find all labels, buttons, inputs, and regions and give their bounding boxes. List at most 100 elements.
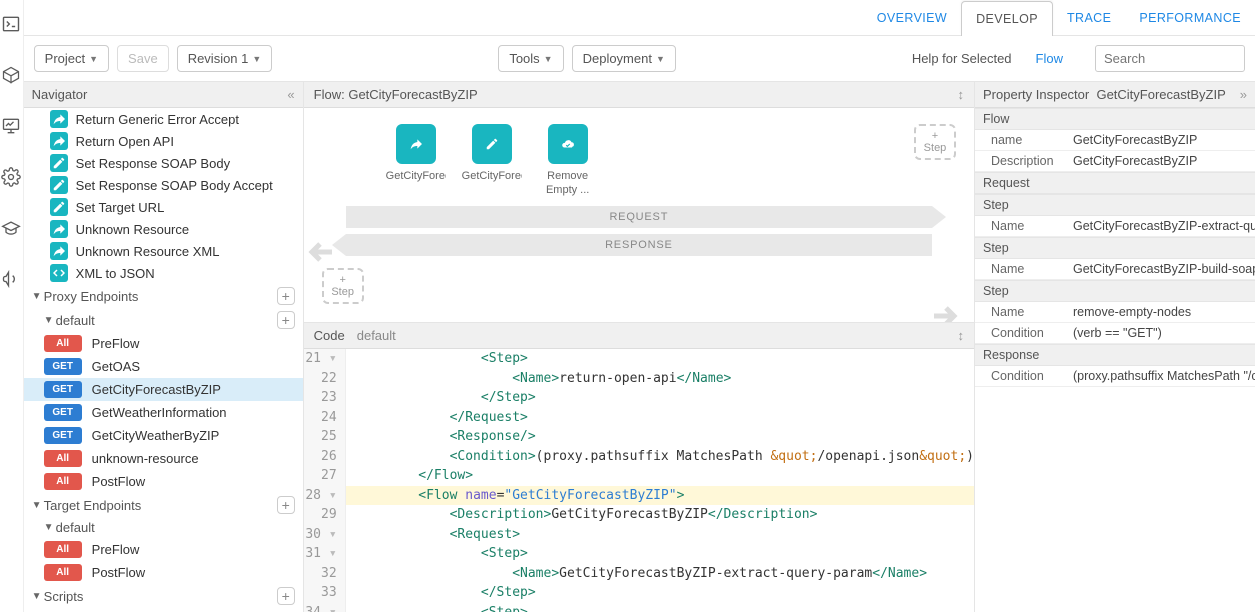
flow-item[interactable]: GETGetCityWeatherByZIP: [24, 424, 303, 447]
monitor-icon[interactable]: [1, 116, 21, 139]
inspector-section: Request: [975, 172, 1255, 194]
add-button[interactable]: +: [277, 311, 295, 329]
flow-step[interactable]: GetCityForecast...: [462, 124, 522, 198]
inspector-row: NameGetCityForecastByZIP-extract-qu: [975, 216, 1255, 237]
folder-row[interactable]: ▼Scripts+: [24, 584, 303, 608]
code-tab[interactable]: default: [357, 328, 396, 343]
line-number: 34 ▾: [304, 603, 346, 612]
flow-help-link[interactable]: Flow: [1036, 51, 1063, 66]
response-band: RESPONSE: [346, 234, 932, 256]
folder-label: default: [56, 520, 95, 535]
flow-label: unknown-resource: [92, 451, 199, 466]
flow-item[interactable]: GETGetCityForecastByZIP: [24, 378, 303, 401]
inspector-row: NameGetCityForecastByZIP-build-soap: [975, 259, 1255, 280]
property-inspector: Property Inspector GetCityForecastByZIP …: [975, 82, 1255, 612]
property-value[interactable]: (proxy.pathsuffix MatchesPath "/c: [1067, 366, 1255, 386]
navigator-header: Navigator «: [24, 82, 303, 108]
flow-item[interactable]: GETGetWeatherInformation: [24, 401, 303, 424]
add-button[interactable]: +: [277, 587, 295, 605]
policy-item[interactable]: Set Response SOAP Body: [24, 152, 303, 174]
property-value[interactable]: remove-empty-nodes: [1067, 302, 1255, 322]
tab-performance[interactable]: PERFORMANCE: [1125, 0, 1255, 35]
flow-item[interactable]: GETGetOAS: [24, 355, 303, 378]
search-input[interactable]: [1095, 45, 1245, 72]
property-key: Condition: [975, 366, 1067, 386]
folder-row[interactable]: ▼default+: [24, 308, 303, 332]
flow-step[interactable]: Remove Empty ...: [538, 124, 598, 198]
tools-dropdown[interactable]: Tools ▼: [498, 45, 563, 72]
policy-label: Set Target URL: [76, 200, 165, 215]
tab-develop[interactable]: DEVELOP: [961, 1, 1053, 36]
folder-row[interactable]: ▼Target Endpoints+: [24, 493, 303, 517]
code-line: <Description>GetCityForecastByZIP</Descr…: [346, 505, 974, 525]
gear-icon[interactable]: [1, 167, 21, 190]
flow-label: PreFlow: [92, 542, 140, 557]
code-editor[interactable]: 21 ▾ <Step>22 <Name>return-open-api</Nam…: [304, 349, 974, 612]
policy-label: Unknown Resource XML: [76, 244, 220, 259]
property-key: Name: [975, 259, 1067, 279]
flow-item[interactable]: AllPostFlow: [24, 561, 303, 584]
revision-dropdown[interactable]: Revision 1 ▼: [177, 45, 273, 72]
policy-label: Return Open API: [76, 134, 174, 149]
property-value[interactable]: GetCityForecastByZIP: [1067, 151, 1255, 171]
inspector-section: Flow: [975, 108, 1255, 130]
property-value[interactable]: GetCityForecastByZIP: [1067, 130, 1255, 150]
property-value[interactable]: GetCityForecastByZIP-extract-qu: [1067, 216, 1255, 236]
collapse-flow-icon[interactable]: ↕: [958, 87, 965, 102]
flow-label: GetOAS: [92, 359, 140, 374]
folder-label: Proxy Endpoints: [44, 289, 139, 304]
step-label: GetCityForecast...: [462, 170, 522, 198]
code-title: Code: [314, 328, 345, 343]
terminal-icon[interactable]: [1, 14, 21, 37]
folder-row[interactable]: ▼Proxy Endpoints+: [24, 284, 303, 308]
inspector-section: Step: [975, 237, 1255, 259]
help-label: Help for Selected: [912, 51, 1012, 66]
project-dropdown[interactable]: Project ▼: [34, 45, 109, 72]
folder-row[interactable]: ▼xsl: [24, 608, 303, 612]
policy-item[interactable]: Unknown Resource XML: [24, 240, 303, 262]
code-line: <Name>return-open-api</Name>: [346, 369, 974, 389]
flow-label: GetCityWeatherByZIP: [92, 428, 220, 443]
left-rail: [0, 0, 24, 612]
property-value[interactable]: (verb == "GET"): [1067, 323, 1255, 343]
flow-step[interactable]: GetCityForecast...: [386, 124, 446, 198]
deployment-dropdown[interactable]: Deployment ▼: [572, 45, 676, 72]
property-value[interactable]: GetCityForecastByZIP-build-soap: [1067, 259, 1255, 279]
policy-icon: [50, 198, 68, 216]
policy-item[interactable]: Set Target URL: [24, 196, 303, 218]
collapse-navigator-icon[interactable]: «: [287, 87, 294, 102]
method-badge: All: [44, 541, 82, 558]
toolbar: Project ▼ Save Revision 1 ▼ Tools ▼ Depl…: [24, 36, 1255, 82]
policy-label: Return Generic Error Accept: [76, 112, 239, 127]
line-number: 26: [304, 447, 346, 467]
flow-item[interactable]: AllPostFlow: [24, 470, 303, 493]
policy-item[interactable]: XML to JSON: [24, 262, 303, 284]
tab-overview[interactable]: OVERVIEW: [863, 0, 961, 35]
policy-item[interactable]: Set Response SOAP Body Accept: [24, 174, 303, 196]
policy-item[interactable]: Return Open API: [24, 130, 303, 152]
method-badge: All: [44, 450, 82, 467]
add-button[interactable]: +: [277, 287, 295, 305]
inspector-row: Condition(verb == "GET"): [975, 323, 1255, 344]
flow-item[interactable]: AllPreFlow: [24, 332, 303, 355]
education-icon[interactable]: [1, 218, 21, 241]
tab-trace[interactable]: TRACE: [1053, 0, 1125, 35]
policy-item[interactable]: Return Generic Error Accept: [24, 108, 303, 130]
add-step-request[interactable]: +Step: [914, 124, 956, 160]
collapse-code-icon[interactable]: ↕: [958, 328, 965, 343]
add-button[interactable]: +: [277, 496, 295, 514]
add-step-response[interactable]: +Step: [322, 268, 364, 304]
line-number: 21 ▾: [304, 349, 346, 369]
megaphone-icon[interactable]: [1, 269, 21, 292]
flow-item[interactable]: All PreFlow: [24, 538, 303, 561]
navigator-panel: Navigator « Return Generic Error Accept R…: [24, 82, 304, 612]
folder-row[interactable]: ▼default: [24, 517, 303, 538]
package-icon[interactable]: [1, 65, 21, 88]
policy-label: XML to JSON: [76, 266, 155, 281]
flow-label: GetWeatherInformation: [92, 405, 227, 420]
policy-item[interactable]: Unknown Resource: [24, 218, 303, 240]
flow-item[interactable]: All unknown-resource: [24, 447, 303, 470]
policy-label: Unknown Resource: [76, 222, 189, 237]
property-key: Description: [975, 151, 1067, 171]
collapse-inspector-icon[interactable]: »: [1240, 87, 1247, 102]
